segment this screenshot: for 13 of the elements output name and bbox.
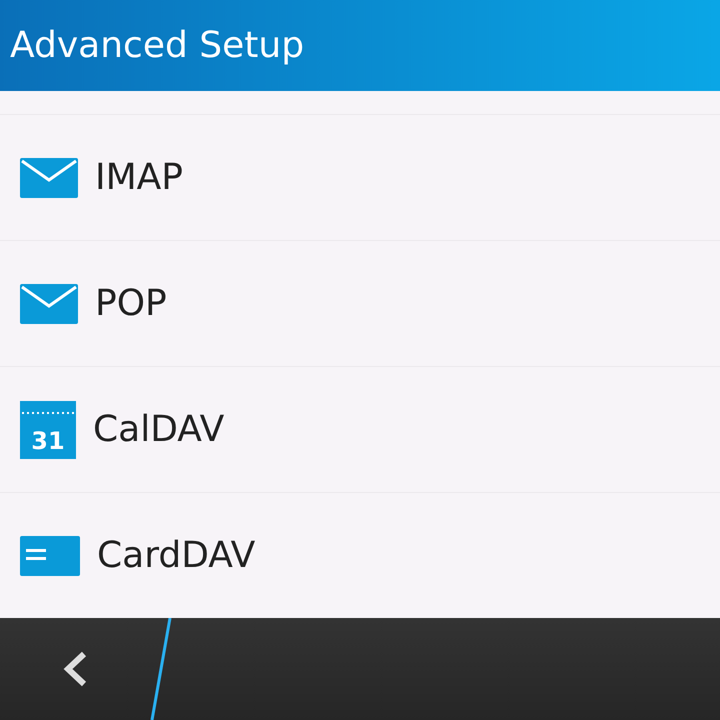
envelope-icon xyxy=(20,284,78,324)
item-label: POP xyxy=(95,283,167,324)
page-title: Advanced Setup xyxy=(10,25,304,66)
account-type-item[interactable]: IMAP xyxy=(0,114,720,240)
calendar-icon: 31 xyxy=(20,400,76,458)
envelope-icon xyxy=(20,158,78,198)
account-type-item[interactable]: POP xyxy=(0,240,720,366)
account-type-item[interactable]: 31 CalDAV xyxy=(0,366,720,492)
item-label: CardDAV xyxy=(97,535,256,576)
item-label: IMAP xyxy=(95,157,184,198)
chevron-left-icon xyxy=(62,651,88,687)
item-label: CalDAV xyxy=(93,409,224,450)
card-icon xyxy=(20,536,80,576)
